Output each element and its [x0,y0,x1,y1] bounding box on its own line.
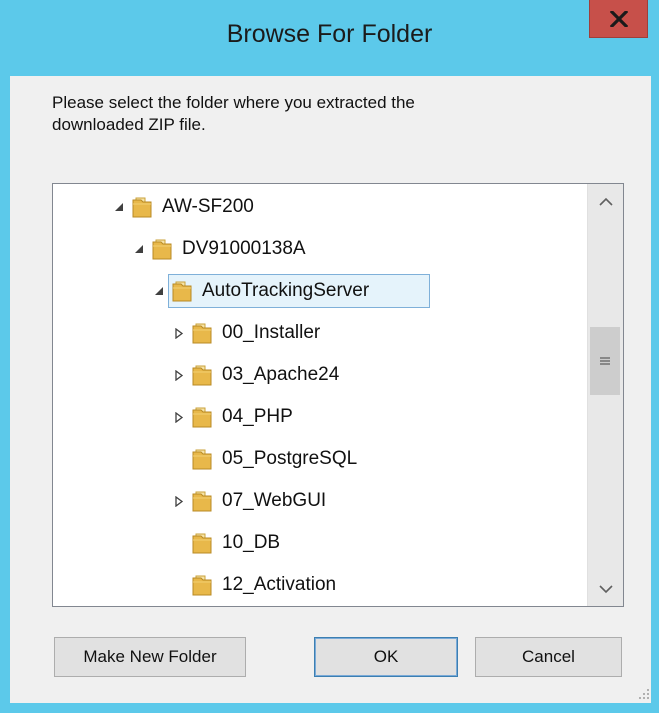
close-button[interactable] [589,0,648,38]
folder-icon [191,573,215,597]
chevron-up-icon [598,197,613,206]
expanded-triangle-icon[interactable] [113,201,125,213]
folder-icon [171,279,195,303]
tree-item-label: 10_DB [222,532,281,553]
tree-item[interactable]: 07_WebGUI [53,485,583,517]
collapsed-triangle-icon[interactable] [173,411,185,423]
folder-icon [191,447,215,471]
tree-item-label: 04_PHP [222,406,293,427]
folder-icon [191,363,215,387]
tree-item-label: 03_Apache24 [222,364,340,385]
resize-grip-icon[interactable] [638,688,650,700]
tree-item[interactable]: DV91000138A [53,233,583,265]
collapsed-triangle-icon[interactable] [173,495,185,507]
cancel-button[interactable]: Cancel [475,637,622,677]
folder-tree[interactable]: AW-SF200 DV91000138A AutoTrackingServer 00_… [52,183,624,607]
dialog-body: Please select the folder where you extra… [10,76,651,703]
folder-icon [191,405,215,429]
tree-item-label: 00_Installer [222,322,321,343]
ok-button[interactable]: OK [314,637,458,677]
title-bar[interactable]: Browse For Folder [0,0,659,78]
grip-lines-icon [600,357,610,365]
tree-item-label: 07_WebGUI [222,490,327,511]
vertical-scrollbar[interactable] [587,184,623,606]
tree-item[interactable]: 05_PostgreSQL [53,443,583,475]
tree-item[interactable]: AW-SF200 [53,191,583,223]
tree-item[interactable]: 03_Apache24 [53,359,583,391]
tree-item-label: 12_Activation [222,574,337,595]
tree-item-label: AW-SF200 [162,196,254,217]
close-x-icon [609,10,628,27]
folder-icon [191,321,215,345]
folder-icon [151,237,175,261]
tree-item[interactable]: 04_PHP [53,401,583,433]
dialog-title: Browse For Folder [226,20,433,48]
collapsed-triangle-icon[interactable] [173,327,185,339]
folder-icon [191,489,215,513]
tree-item-label: DV91000138A [182,238,306,259]
scroll-thumb[interactable] [590,327,620,395]
tree-item[interactable]: 10_DB [53,527,583,559]
collapsed-triangle-icon[interactable] [173,369,185,381]
chevron-down-icon [598,584,613,593]
folder-icon [191,531,215,555]
instructions-text: Please select the folder where you extra… [52,93,415,134]
folder-icon [131,195,155,219]
tree-item[interactable]: AutoTrackingServer [53,274,583,308]
scroll-down-arrow[interactable] [588,572,623,606]
tree-item-label: 05_PostgreSQL [222,448,358,469]
tree-item-label: AutoTrackingServer [202,280,370,301]
tree-item[interactable]: 12_Activation [53,569,583,601]
expanded-triangle-icon[interactable] [153,285,165,297]
make-new-folder-button[interactable]: Make New Folder [54,637,246,677]
tree-item[interactable]: 00_Installer [53,317,583,349]
expanded-triangle-icon[interactable] [133,243,145,255]
scroll-up-arrow[interactable] [588,184,623,218]
browse-for-folder-dialog: Browse For Folder Please select the fold… [0,0,659,713]
